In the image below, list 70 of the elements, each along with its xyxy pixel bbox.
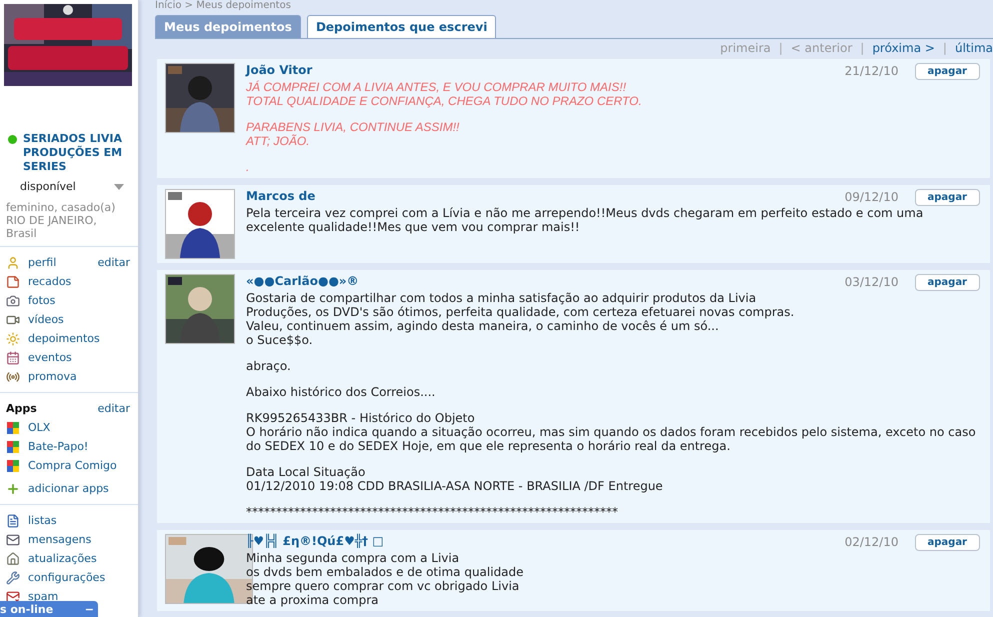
user-icon <box>6 256 20 270</box>
pagination-link[interactable]: última <box>954 41 993 55</box>
collapse-button[interactable]: − <box>84 602 94 616</box>
testimonial-text: PARABENS LIVIA, CONTINUE ASSIM!! ATT; JOÃO. <box>246 120 460 148</box>
menu-link[interactable]: configurações <box>28 571 106 584</box>
breadcrumb: Início > Meus depoimentos <box>155 0 292 12</box>
app-icon <box>6 458 20 472</box>
app-icon <box>6 420 20 434</box>
testimonial-text: RK995265433BR - Histórico do Objeto O horário não indica quando a situação ocorreu, mas sim quando os dados foram recebidos pelo sistema, exceto no caso do SEDEX 10 e do SEDEX Hoje, em que ele representa o horário real da entrega. <box>246 411 977 453</box>
edit-link[interactable]: editar <box>98 402 130 415</box>
testimonial-text: ************************************************************** <box>246 505 619 519</box>
testimonial-text: Minha segunda compra com a Livia os dvds bem embalados e de otima qualidade sempre quero comprar com vc obrigado Livia ate a proxima compra <box>246 551 525 607</box>
profile-info: feminino, casado(a) RIO DE JANEIRO, Brasil <box>6 201 116 240</box>
delete-button[interactable]: apagar <box>914 274 980 291</box>
testimonial-text: abraço. <box>246 359 292 373</box>
menu-link[interactable]: listas <box>28 514 57 527</box>
testimonial-text: Gostaria de compartilhar com todos a minha satisfação ao adquirir produtos da Livia Produções, os DVD's são ótimos, perfeita qualidade, com certeza efetuarei novas compras. Valeu, continuem assim, agindo desta maneira, o caminho de vocês é um só... o Suce$$o. <box>246 291 796 347</box>
menu-link[interactable]: atualizações <box>28 552 97 565</box>
testimonial-text: Abaixo histórico dos Correios.... <box>246 385 436 399</box>
list-icon <box>6 514 20 528</box>
wrench-icon <box>6 570 20 584</box>
app-link[interactable]: Compra Comigo <box>28 459 117 472</box>
author-link[interactable]: «●●Carlão●●»® <box>246 274 835 288</box>
tab[interactable]: Depoimentos que escrevi <box>306 15 496 38</box>
menu-link[interactable]: vídeos <box>28 313 64 326</box>
profile-name[interactable]: SERIADOS LIVIA PRODUÇÕES EM SERIES <box>23 132 130 174</box>
separator: | <box>860 41 864 55</box>
delete-button[interactable]: apagar <box>914 63 980 80</box>
calendar-icon <box>6 350 20 364</box>
menu-link[interactable]: spam <box>28 590 58 603</box>
add-apps-link[interactable]: adicionar apps <box>28 482 109 495</box>
menu-link[interactable]: recados <box>28 275 72 288</box>
app-icon <box>6 440 20 454</box>
note-icon <box>6 274 20 288</box>
delete-button[interactable]: apagar <box>914 189 980 206</box>
app-link[interactable]: Bate-Papo! <box>28 440 88 453</box>
author-link[interactable]: Marcos de <box>246 189 835 203</box>
delete-button[interactable]: apagar <box>914 534 980 551</box>
testimonial-text: Data Local Situação 01/12/2010 19:08 CDD BRASILIA-ASA NORTE - BRASILIA /DF Entregue <box>246 465 664 493</box>
testimonial-date: 02/12/10 <box>844 535 898 549</box>
testimonial-date: 21/12/10 <box>844 64 898 78</box>
author-link[interactable]: João Vitor <box>246 63 835 77</box>
menu-link[interactable]: promova <box>28 370 77 383</box>
menu-link[interactable]: eventos <box>28 351 72 364</box>
mail-icon <box>6 532 20 546</box>
menu-link[interactable]: mensagens <box>28 533 92 546</box>
testimonial-text: . <box>246 160 250 174</box>
online-label: s on-line <box>0 602 54 616</box>
broadcast-icon <box>6 370 20 384</box>
menu-link[interactable]: perfil <box>28 256 56 269</box>
status-select[interactable]: disponível <box>6 174 130 195</box>
menu-link[interactable]: depoimentos <box>28 332 100 345</box>
caret-icon <box>114 184 124 190</box>
menu-link[interactable]: fotos <box>28 294 56 307</box>
sun-icon <box>6 332 20 346</box>
section-heading: Apps <box>6 402 37 415</box>
testimonial-date: 03/12/10 <box>844 275 898 289</box>
testimonial-date: 09/12/10 <box>844 190 898 204</box>
author-link[interactable]: ╟♥╠╣ £η®!Qú£♥╬† □ <box>246 534 835 548</box>
testimonial-text: JÁ COMPREI COM A LIVIA ANTES, E VOU COMPRAR MUITO MAIS!! TOTAL QUALIDADE E CONFIANÇA, CHEGA TUDO NO PRAZO CERTO. <box>246 80 643 108</box>
testimonial-text: Pela terceira vez comprei com a Lívia e não me arrependo!!Meus dvds chegaram em perfeito estado e com uma excelente qualidade!!Mes que vem vou comprar mais!! <box>246 206 924 234</box>
separator: | <box>778 41 783 55</box>
plus-icon <box>6 482 20 496</box>
camera-icon <box>6 294 20 308</box>
separator: | <box>942 41 947 55</box>
house-icon <box>6 552 20 566</box>
app-link[interactable]: OLX <box>28 421 50 434</box>
edit-link[interactable]: editar <box>98 256 130 269</box>
online-bar[interactable]: s on-line − <box>0 601 98 617</box>
pagination-link[interactable]: próxima > <box>872 41 935 55</box>
